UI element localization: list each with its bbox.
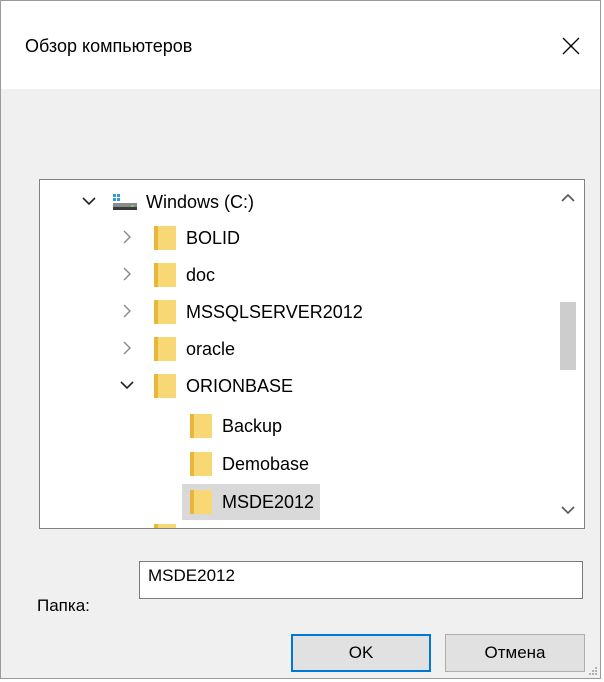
tree-item-bolid[interactable]: BOLID — [152, 220, 246, 256]
tree-item-label: doc — [186, 265, 216, 285]
folder-tree[interactable]: Windows (C:) BOLID doc MSSQLSERVER2012 o… — [39, 179, 585, 529]
tree-item-mssqlserver2012[interactable]: MSSQLSERVER2012 — [152, 294, 369, 330]
chevron-down-icon[interactable] — [118, 376, 136, 394]
tree-item-label: Demobase — [222, 454, 310, 474]
title-bar: Обзор компьютеров — [1, 1, 600, 89]
folder-icon — [190, 452, 212, 476]
tree-item-demobase[interactable]: Demobase — [188, 446, 315, 482]
scroll-up-button[interactable] — [551, 180, 584, 216]
drive-icon — [113, 194, 137, 210]
tree-item-doc[interactable]: doc — [152, 257, 221, 293]
folder-icon — [190, 414, 212, 438]
tree-item-orionbase[interactable]: ORIONBASE — [152, 368, 299, 404]
browse-computers-dialog: Обзор компьютеров Windows (C:) BOLID doc… — [0, 0, 601, 679]
folder-icon — [154, 524, 176, 528]
folder-input[interactable] — [139, 561, 583, 599]
close-button[interactable] — [548, 23, 594, 69]
tree-item-label: MSSQLSERVER2012 — [186, 302, 363, 322]
tree-item-label: MSDE2012 — [218, 484, 321, 520]
tree-item-windows-c[interactable]: Windows (C:) — [112, 184, 260, 220]
tree-item-backup[interactable]: Backup — [188, 408, 288, 444]
folder-icon — [190, 490, 212, 514]
chevron-right-icon[interactable] — [118, 302, 136, 320]
tree-item-label: ORIONBASE — [186, 376, 294, 396]
close-icon — [562, 37, 580, 55]
folder-icon — [154, 263, 176, 287]
scroll-down-button[interactable] — [551, 492, 584, 528]
folder-label: Папка: — [37, 596, 90, 615]
ok-button[interactable]: OK — [291, 634, 431, 672]
tree-item-oracle[interactable]: oracle — [152, 331, 241, 367]
chevron-right-icon[interactable] — [118, 265, 136, 283]
chevron-right-icon[interactable] — [118, 339, 136, 357]
chevron-down-icon — [560, 506, 575, 515]
chevron-down-icon[interactable] — [80, 192, 98, 210]
tree-item-msde2012[interactable]: MSDE2012 — [182, 484, 321, 520]
dialog-title: Обзор компьютеров — [25, 36, 193, 56]
vertical-scrollbar[interactable] — [551, 180, 584, 528]
tree-item-label: oracle — [186, 339, 236, 359]
chevron-up-icon — [560, 193, 575, 202]
folder-icon — [154, 226, 176, 250]
tree-item-label: BOLID — [186, 228, 241, 248]
scrollbar-thumb[interactable] — [560, 302, 576, 370]
folder-icon — [154, 337, 176, 361]
folder-icon — [154, 300, 176, 324]
resize-grip-icon[interactable] — [588, 666, 598, 676]
folder-icon — [154, 374, 176, 398]
cancel-button[interactable]: Отмена — [445, 634, 585, 672]
tree-item-label: Windows (C:) — [146, 192, 255, 212]
chevron-right-icon[interactable] — [118, 228, 136, 246]
tree-item-label: Backup — [222, 416, 283, 436]
